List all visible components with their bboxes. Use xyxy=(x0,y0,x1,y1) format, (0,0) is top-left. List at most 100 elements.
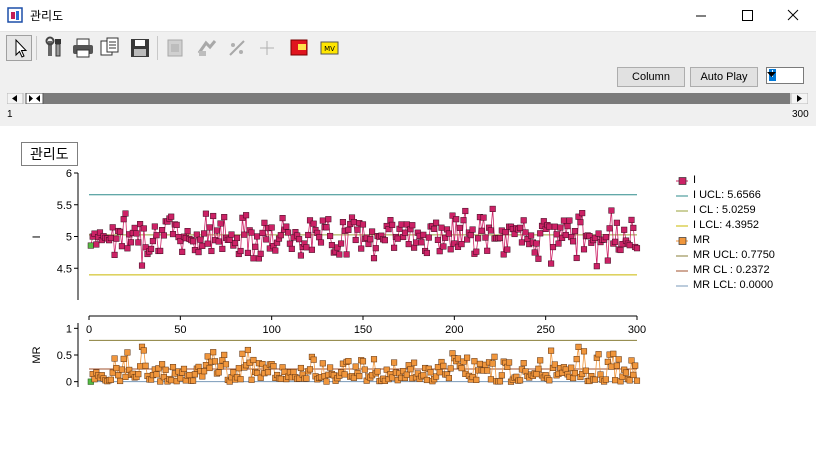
mr-point xyxy=(498,372,505,379)
x-tick-label: 50 xyxy=(174,324,186,336)
i-point xyxy=(316,234,323,241)
i-point xyxy=(469,226,476,233)
mr-point xyxy=(113,365,120,372)
i-point xyxy=(391,244,398,251)
i-point xyxy=(252,243,259,250)
mr-point xyxy=(306,366,314,373)
i-point xyxy=(517,224,524,231)
i-point xyxy=(570,238,577,245)
mr-point xyxy=(162,366,169,373)
i-point xyxy=(133,230,140,237)
i-point xyxy=(208,247,215,255)
i-point xyxy=(233,234,241,241)
i-point xyxy=(201,230,208,237)
i-point xyxy=(345,226,352,233)
i-point xyxy=(389,221,396,228)
mr-y-tick-label: 0 xyxy=(66,377,72,389)
mr-point xyxy=(319,360,326,367)
legend-item: I LCL: 4.3952 xyxy=(676,218,775,233)
mr-point xyxy=(323,378,330,385)
i-point xyxy=(215,238,222,245)
legend-label: I LCL: 4.3952 xyxy=(693,219,760,231)
i-point xyxy=(232,239,239,247)
mr-point xyxy=(124,349,131,356)
i-point xyxy=(431,225,438,232)
i-point xyxy=(160,232,167,239)
mr-point xyxy=(250,356,257,364)
mr-point xyxy=(573,356,580,363)
mr-point xyxy=(361,366,368,373)
mr-point xyxy=(122,373,129,380)
legend-label: I xyxy=(693,174,697,186)
i-point xyxy=(159,227,166,234)
mr-point xyxy=(489,360,496,367)
i-point xyxy=(153,232,160,239)
i-point xyxy=(259,229,266,236)
i-point xyxy=(564,223,571,230)
i-point xyxy=(286,240,293,247)
i-point xyxy=(197,236,204,243)
mr-point xyxy=(211,358,219,365)
i-point xyxy=(401,229,409,236)
mr-point xyxy=(571,370,578,377)
i-point xyxy=(124,245,131,252)
i-point xyxy=(418,239,425,246)
mr-point xyxy=(186,371,193,379)
i-point xyxy=(336,251,343,258)
i-point xyxy=(460,217,467,224)
i-point xyxy=(140,225,147,232)
i-point xyxy=(434,236,441,243)
i-point xyxy=(257,250,264,257)
i-point xyxy=(579,210,586,217)
i-point xyxy=(93,241,100,248)
mr-point xyxy=(277,375,284,382)
mr-point xyxy=(168,377,175,384)
mr-point xyxy=(135,371,142,378)
i-point xyxy=(372,245,379,252)
i-point xyxy=(131,224,138,231)
mr-point xyxy=(117,377,124,385)
mr-point xyxy=(391,359,398,366)
i-point xyxy=(453,216,460,223)
i-point xyxy=(327,232,334,240)
i-point xyxy=(237,247,244,255)
i-y-tick-label: 5 xyxy=(66,232,72,244)
mr-point xyxy=(199,373,206,380)
legend-line xyxy=(676,195,688,197)
mr-point xyxy=(345,358,352,365)
i-point xyxy=(566,217,573,224)
i-point xyxy=(628,216,635,223)
i-point xyxy=(127,239,135,246)
mr-y-tick-label: 0.5 xyxy=(57,350,72,362)
mr-point xyxy=(476,360,483,367)
i-point xyxy=(447,246,454,253)
mr-y-axis-label: MR xyxy=(31,346,43,363)
i-point xyxy=(551,223,558,230)
mr-point xyxy=(602,376,609,383)
mr-point xyxy=(551,361,558,368)
legend-item: I CL : 5.0259 xyxy=(676,203,775,218)
mr-point xyxy=(533,371,540,378)
mr-point xyxy=(613,362,620,369)
mr-point xyxy=(115,372,122,379)
mr-point xyxy=(615,356,622,363)
mr-point xyxy=(491,353,498,360)
i-point xyxy=(504,246,511,253)
i-point xyxy=(308,246,315,253)
i-point xyxy=(283,223,290,230)
i-point xyxy=(520,217,527,224)
i-point xyxy=(612,238,619,245)
mr-point xyxy=(411,359,418,366)
mr-point xyxy=(153,371,160,378)
i-point xyxy=(317,239,325,246)
legend-marker xyxy=(676,177,688,185)
mr-point xyxy=(633,377,641,384)
legend-item: MR UCL: 0.7750 xyxy=(676,248,775,263)
i-point xyxy=(577,219,584,226)
i-point xyxy=(487,227,494,234)
mr-point xyxy=(359,358,367,365)
i-point xyxy=(482,234,489,241)
legend-label: MR CL : 0.2372 xyxy=(693,264,770,276)
i-point xyxy=(626,242,633,249)
mr-point xyxy=(595,351,602,358)
